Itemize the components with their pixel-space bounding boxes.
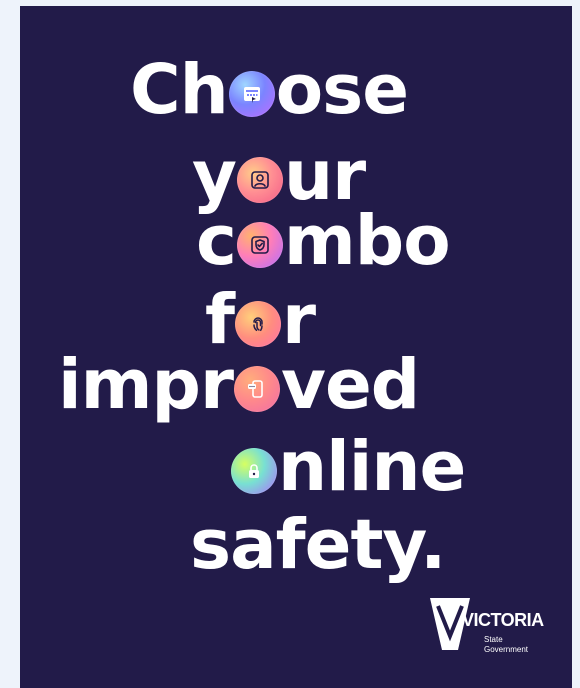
victoria-state-government-logo: VICTORIA State Government xyxy=(428,596,554,660)
user-icon-svg xyxy=(251,171,269,189)
calendar-card-icon xyxy=(228,70,275,117)
victoria-logo-text: VICTORIA xyxy=(462,610,544,630)
headline-line-5-before: impr xyxy=(58,345,234,425)
victoria-logo-sub1: State xyxy=(484,635,503,644)
calendar-card-icon-svg xyxy=(243,86,260,103)
headline-line-5-after: ved xyxy=(280,345,420,425)
lock-icon-svg xyxy=(249,464,259,478)
phone-message-icon xyxy=(233,365,280,412)
fingerprint-icon-svg xyxy=(253,317,263,332)
headline-line-3-before: c xyxy=(196,201,237,281)
headline-line-1-after: ose xyxy=(275,50,409,130)
victoria-logo-sub2: Government xyxy=(484,645,529,654)
lock-icon xyxy=(231,447,277,494)
headline-line-3-after: mbo xyxy=(283,201,451,281)
headline-line-7: safety. xyxy=(190,505,446,585)
poster-panel: Ch ose y ur c mbo f r impr ved nline saf… xyxy=(20,6,572,688)
headline-line-1: Ch ose xyxy=(130,56,409,125)
headline-line-6-after: nline xyxy=(278,427,466,507)
fingerprint-icon xyxy=(235,300,282,347)
headline-line-6: nline xyxy=(230,433,466,502)
headline-line-1-before: Ch xyxy=(130,50,229,130)
phone-message-icon-svg xyxy=(247,380,263,398)
shield-check-icon-svg xyxy=(251,236,269,254)
user-icon xyxy=(236,156,283,203)
headline-line-5: impr ved xyxy=(58,351,420,420)
headline-line-3: c mbo xyxy=(196,207,451,276)
shield-check-icon xyxy=(236,221,283,268)
